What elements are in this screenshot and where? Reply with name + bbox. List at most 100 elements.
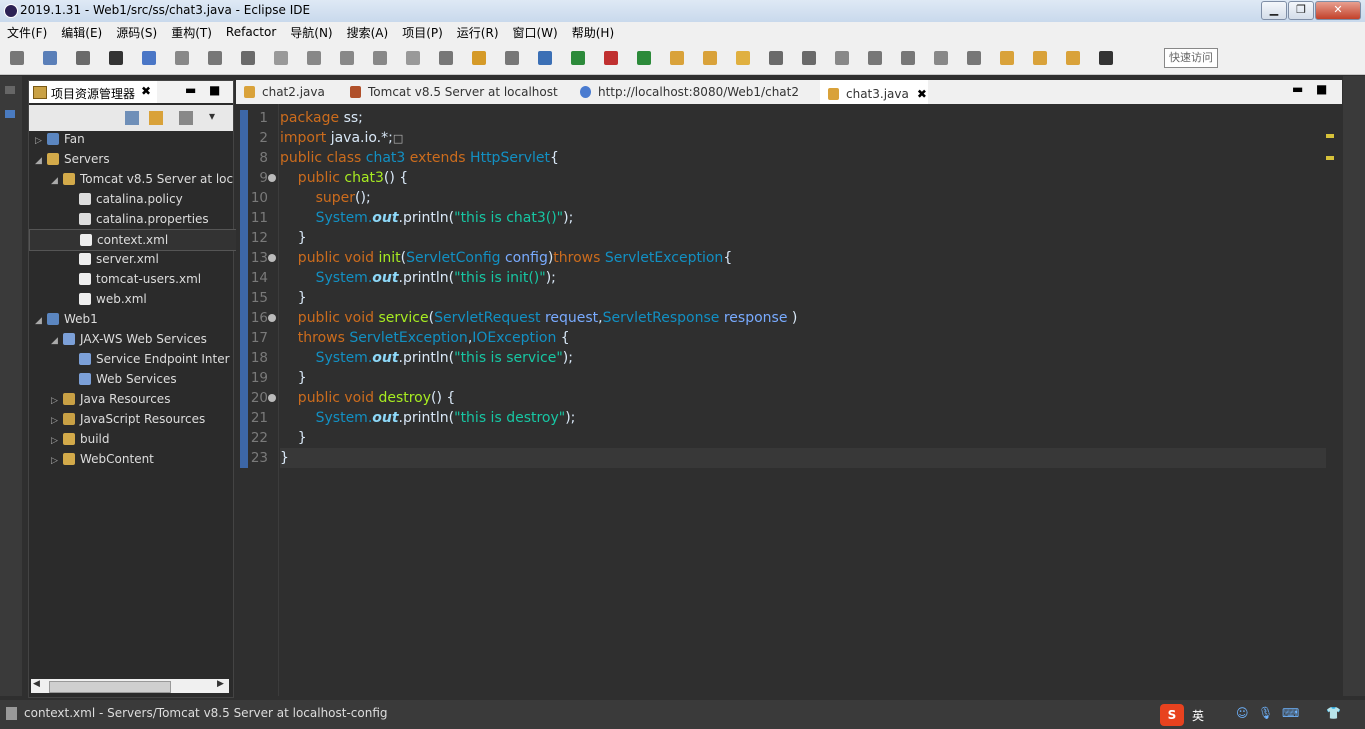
maximize-editor-icon[interactable]: ■ [1316,82,1327,96]
microphone-icon[interactable]: 🎙 [1258,706,1273,720]
toolbar-icon[interactable] [340,51,354,65]
toolbar-icon[interactable] [142,51,156,65]
tree-item[interactable]: ◢ Web1 [29,309,239,329]
expand-arrow-icon[interactable]: ◢ [35,151,47,169]
expand-arrow-icon[interactable]: ▷ [51,451,63,469]
tree-item[interactable]: ▷ build [29,429,255,449]
menu-item[interactable]: 编辑(E) [54,24,109,41]
toolbar-icon[interactable] [967,51,981,65]
code-line[interactable]: System.out.println("this is service"); [280,348,1326,368]
collapse-all-icon[interactable] [125,111,139,125]
toolbar-icon[interactable] [604,51,618,65]
toolbar-icon[interactable] [1033,51,1047,65]
expand-arrow-icon[interactable]: ◢ [51,171,63,189]
tree-item[interactable]: ▷ JavaScript Resources [29,409,255,429]
toolbar-icon[interactable] [868,51,882,65]
toolbar-icon[interactable] [241,51,255,65]
menu-item[interactable]: 源码(S) [109,24,164,41]
toolbar-icon[interactable] [769,51,783,65]
maximize-view-icon[interactable]: ■ [209,83,220,97]
menu-item[interactable]: 搜索(A) [340,24,396,41]
code-line[interactable]: } [280,428,1326,448]
expand-arrow-icon[interactable]: ▷ [51,431,63,449]
menu-item[interactable]: 文件(F) [0,24,54,41]
code-line[interactable]: System.out.println("this is init()"); [280,268,1326,288]
toolbar-icon[interactable] [538,51,552,65]
toolbar-icon[interactable] [901,51,915,65]
editor-tab[interactable]: Tomcat v8.5 Server at localhost [342,80,566,104]
fold-toggle-icon[interactable] [268,394,276,402]
filter-icon[interactable] [179,111,193,125]
toolbar-icon[interactable] [406,51,420,65]
horizontal-scrollbar[interactable]: ◀ ▶ [31,679,229,693]
tree-item[interactable]: catalina.policy [29,189,271,209]
menu-item[interactable]: 窗口(W) [506,24,565,41]
expand-arrow-icon[interactable]: ▷ [51,391,63,409]
editor-tab[interactable]: http://localhost:8080/Web1/chat2 [572,80,814,104]
expand-arrow-icon[interactable]: ▷ [35,131,47,149]
menu-item[interactable]: Refactor [219,25,283,39]
expand-arrow-icon[interactable]: ◢ [51,331,63,349]
code-line[interactable]: throws ServletException,IOException { [280,328,1326,348]
toolbar-icon[interactable] [208,51,222,65]
code-line[interactable]: } [280,448,1326,468]
code-line[interactable]: System.out.println("this is destroy"); [280,408,1326,428]
restore-icon[interactable] [5,86,15,94]
emoji-icon[interactable]: ☺ [1236,706,1249,720]
toolbar-icon[interactable] [670,51,684,65]
code-line[interactable]: System.out.println("this is chat3()"); [280,208,1326,228]
toolbar-icon[interactable] [175,51,189,65]
menu-item[interactable]: 项目(P) [395,24,450,41]
menu-item[interactable]: 运行(R) [450,24,506,41]
code-line[interactable]: public void service(ServletRequest reque… [280,308,1326,328]
editor-tab[interactable]: chat2.java [236,80,336,104]
outline-icon[interactable] [5,110,15,118]
toolbar-icon[interactable] [373,51,387,65]
tree-item[interactable]: ◢ JAX-WS Web Services [29,329,255,349]
toolbar-icon[interactable] [736,51,750,65]
tree-item[interactable]: Web Services [29,369,271,389]
overview-marker[interactable] [1326,156,1334,160]
quick-access-input[interactable]: 快速访问 [1164,48,1218,68]
tree-item[interactable]: web.xml [29,289,271,309]
tree-item[interactable]: tomcat-users.xml [29,269,271,289]
toolbar-icon[interactable] [637,51,651,65]
code-line[interactable]: } [280,288,1326,308]
tree-item[interactable]: ▷ WebContent [29,449,255,469]
code-line[interactable]: public void destroy() { [280,388,1326,408]
toolbar-icon[interactable] [835,51,849,65]
code-line[interactable]: package ss; [280,108,1326,128]
tree-item[interactable]: ▷ Java Resources [29,389,255,409]
view-menu-icon[interactable]: ▾ [209,109,215,123]
menu-item[interactable]: 帮助(H) [565,24,621,41]
ime-mode[interactable]: 英 [1192,707,1204,724]
tree-item[interactable]: ◢ Servers [29,149,239,169]
tree-item[interactable]: catalina.properties [29,209,271,229]
fold-toggle-icon[interactable] [268,254,276,262]
toolbar-icon[interactable] [934,51,948,65]
code-line[interactable]: import java.io.*;□ [280,128,1326,148]
fold-toggle-icon[interactable] [268,174,276,182]
toolbar-icon[interactable] [703,51,717,65]
toolbar-icon[interactable] [274,51,288,65]
tree-item[interactable]: ◢ Tomcat v8.5 Server at loc [29,169,255,189]
minimize-editor-icon[interactable]: ▬ [1292,82,1303,96]
scroll-left-icon[interactable]: ◀ [33,679,40,689]
scrollbar-thumb[interactable] [49,681,171,693]
code-line[interactable]: public void init(ServletConfig config)th… [280,248,1326,268]
tree-item[interactable]: server.xml [29,249,271,269]
close-icon[interactable]: ✖ [141,84,151,98]
close-tab-icon[interactable]: ✖ [917,87,927,101]
fold-toggle-icon[interactable] [268,314,276,322]
toolbar-icon[interactable] [1066,51,1080,65]
toolbar-icon[interactable] [1099,51,1113,65]
toolbar-icon[interactable] [571,51,585,65]
toolbar-icon[interactable] [1000,51,1014,65]
toolbar-icon[interactable] [802,51,816,65]
maximize-button[interactable]: ❐ [1288,1,1314,20]
keyboard-icon[interactable]: ⌨ [1282,706,1299,720]
toolbar-icon[interactable] [76,51,90,65]
link-with-editor-icon[interactable] [149,111,163,125]
menu-item[interactable]: 重构(T) [164,24,219,41]
editor-tab[interactable]: chat3.java ✖ [820,80,928,106]
